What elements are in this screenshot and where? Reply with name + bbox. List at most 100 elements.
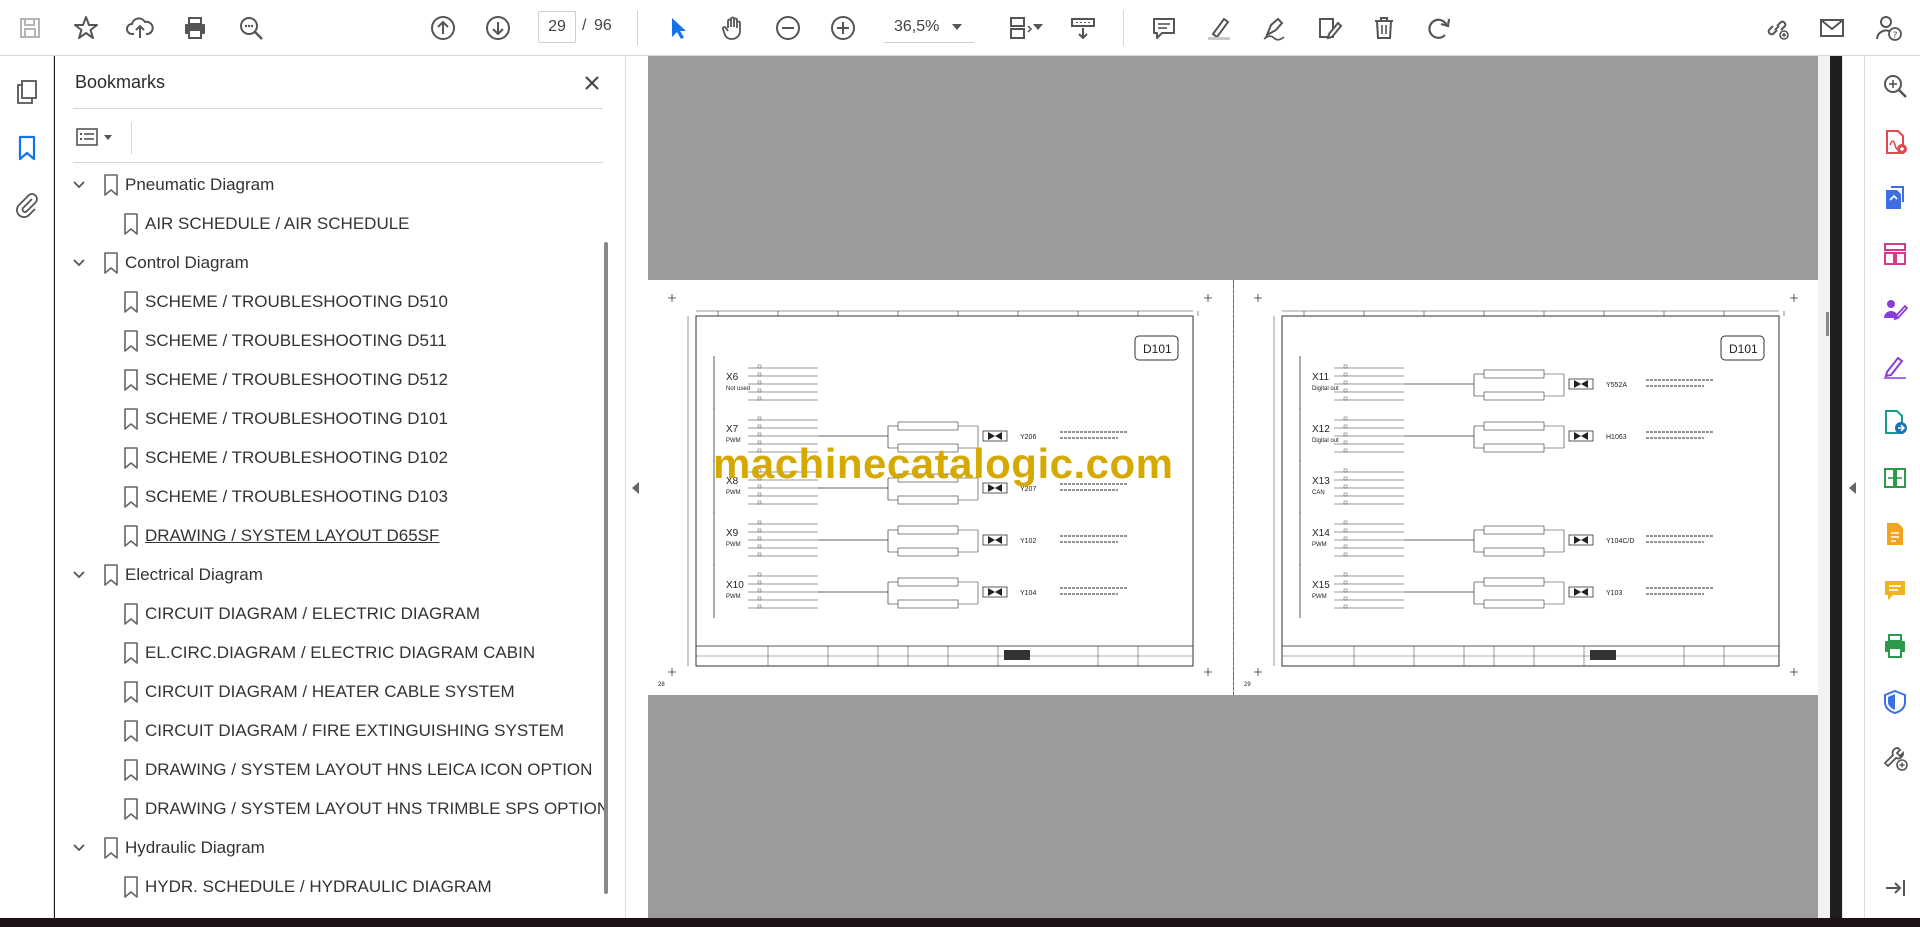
zoom-in-icon[interactable] (823, 8, 863, 48)
bookmark-ribbon-icon (124, 642, 138, 664)
bookmark-item[interactable]: SCHEME / TROUBLESHOOTING D511 (55, 324, 595, 358)
protect-shield-icon[interactable] (1879, 686, 1911, 718)
draw-pen-icon[interactable] (1254, 8, 1294, 48)
bookmark-item[interactable]: SCHEME / TROUBLESHOOTING D101 (55, 402, 595, 436)
select-cursor-icon[interactable] (658, 8, 698, 48)
bookmark-item[interactable]: DRAWING / SYSTEM LAYOUT D65SF (55, 519, 595, 553)
bookmark-label: SCHEME / TROUBLESHOOTING D510 (145, 292, 448, 311)
edit-text-icon[interactable] (1309, 8, 1349, 48)
document-scrollbar[interactable] (1818, 56, 1830, 918)
bookmark-item[interactable]: SCHEME / TROUBLESHOOTING D510 (55, 285, 595, 319)
print-production-icon[interactable] (1879, 630, 1911, 662)
cable-box (1483, 577, 1545, 587)
bookmark-icon[interactable] (9, 130, 45, 166)
document-scrollbar-thumb[interactable] (1826, 312, 1829, 336)
export-pdf-icon[interactable] (1879, 182, 1911, 214)
chevron-down-icon[interactable] (71, 840, 87, 856)
user-help-icon[interactable]: ? (1868, 8, 1908, 48)
bookmark-item[interactable]: SCHEME / TROUBLESHOOTING D103 (55, 480, 595, 514)
page-thumbnails-icon[interactable] (9, 74, 45, 110)
cable-box (1483, 599, 1545, 609)
email-icon[interactable] (1812, 8, 1852, 48)
collapse-panel-icon[interactable] (632, 482, 639, 494)
bookmark-ribbon-icon (104, 564, 118, 586)
panel-divider (131, 122, 132, 154)
schematic-drawing-right: D101 29 X11 Digital out Y552A X12 Digital out H… (1244, 294, 1798, 688)
bookmark-group[interactable]: Electrical Diagram (55, 558, 595, 592)
create-pdf-icon[interactable] (1879, 126, 1911, 158)
cable-box (1483, 547, 1545, 557)
compare-files-icon[interactable] (1879, 462, 1911, 494)
bookmark-item[interactable]: DRAWING / SYSTEM LAYOUT HNS LEICA ICON O… (55, 753, 595, 787)
zoom-out-icon[interactable] (768, 8, 808, 48)
upload-cloud-icon[interactable] (120, 8, 160, 48)
bookmark-item[interactable]: CIRCUIT DIAGRAM / FIRE EXTINGUISHING SYS… (55, 714, 595, 748)
next-page-icon[interactable] (478, 8, 518, 48)
bookmark-item[interactable]: SCHEME / TROUBLESHOOTING D512 (55, 363, 595, 397)
bookmark-item[interactable]: CIRCUIT DIAGRAM / ELECTRIC DIAGRAM (55, 597, 595, 631)
chevron-down-icon[interactable] (1033, 24, 1043, 30)
bookmark-group[interactable]: Control Diagram (55, 246, 595, 280)
connector-id: X6 (726, 372, 739, 383)
paperclip-icon[interactable] (9, 186, 45, 222)
bookmark-ribbon-icon (124, 876, 138, 898)
chevron-down-icon[interactable] (71, 177, 87, 193)
bookmark-options-button[interactable] (75, 119, 123, 155)
pin-marker (757, 372, 762, 377)
connector-id: X10 (726, 580, 744, 591)
chevron-down-icon[interactable] (71, 567, 87, 583)
print-icon[interactable] (175, 8, 215, 48)
pin-marker (757, 552, 762, 557)
send-review-icon[interactable] (1879, 406, 1911, 438)
search-zoom-icon[interactable] (1879, 70, 1911, 102)
bookmark-item[interactable]: CIRCUIT DIAGRAM / HEATER CABLE SYSTEM (55, 675, 595, 709)
organize-pages-icon[interactable] (1879, 238, 1911, 270)
pin-marker (757, 396, 762, 401)
scroll-mode-icon[interactable] (1063, 8, 1103, 48)
page-number-input[interactable]: 29 (538, 11, 576, 43)
valve-arrow (1581, 432, 1588, 440)
zoom-search-icon[interactable] (231, 8, 271, 48)
bookmark-item[interactable]: AIR SCHEDULE / AIR SCHEDULE (55, 207, 595, 241)
star-icon[interactable] (66, 8, 106, 48)
edit-pdf-icon[interactable] (1879, 518, 1911, 550)
connector-type: Not used (726, 386, 750, 392)
panel-scrollbar-thumb[interactable] (604, 242, 608, 894)
bookmark-ribbon-icon (124, 603, 138, 625)
more-tools-icon[interactable] (1879, 742, 1911, 774)
delete-trash-icon[interactable] (1364, 8, 1404, 48)
chevron-down-icon[interactable] (71, 255, 87, 271)
bookmark-item[interactable]: DRAWING / SYSTEM LAYOUT HNS TRIMBLE SPS … (55, 792, 609, 826)
connector-id: X7 (726, 424, 739, 435)
expand-panel-icon[interactable] (1879, 872, 1911, 904)
crop-mark (1204, 668, 1212, 676)
bookmark-group[interactable]: Pneumatic Diagram (55, 168, 595, 202)
pin-marker (757, 380, 762, 385)
share-link-icon[interactable] (1757, 8, 1797, 48)
cable-box (1483, 525, 1545, 535)
comment-tool-icon[interactable] (1879, 574, 1911, 606)
pin-marker (757, 544, 762, 549)
bookmark-group[interactable]: Hydraulic Diagram (55, 831, 595, 865)
crop-mark (668, 668, 676, 676)
pin-marker (1343, 364, 1348, 369)
bookmark-item[interactable]: HYDR. SCHEDULE / HYDRAULIC DIAGRAM (55, 870, 595, 904)
fill-sign-icon[interactable] (1879, 350, 1911, 382)
svg-text:?: ? (1893, 31, 1898, 41)
hand-tool-icon[interactable] (713, 8, 753, 48)
close-icon[interactable] (577, 68, 607, 98)
request-signature-icon[interactable] (1879, 294, 1911, 326)
highlight-pen-icon[interactable] (1199, 8, 1239, 48)
collapse-tools-icon[interactable] (1849, 482, 1856, 494)
chevron-down-icon[interactable] (952, 24, 962, 30)
cable-box (897, 421, 959, 431)
bookmark-label: CIRCUIT DIAGRAM / HEATER CABLE SYSTEM (145, 682, 515, 701)
connector-type: PWM (1312, 542, 1327, 548)
bookmark-item[interactable]: SCHEME / TROUBLESHOOTING D102 (55, 441, 595, 475)
previous-page-icon[interactable] (423, 8, 463, 48)
bookmark-label: Hydraulic Diagram (125, 838, 265, 857)
comment-icon[interactable] (1144, 8, 1184, 48)
redo-rotate-icon[interactable] (1419, 8, 1459, 48)
bookmark-item[interactable]: EL.CIRC.DIAGRAM / ELECTRIC DIAGRAM CABIN (55, 636, 595, 670)
save-icon[interactable] (10, 8, 50, 48)
